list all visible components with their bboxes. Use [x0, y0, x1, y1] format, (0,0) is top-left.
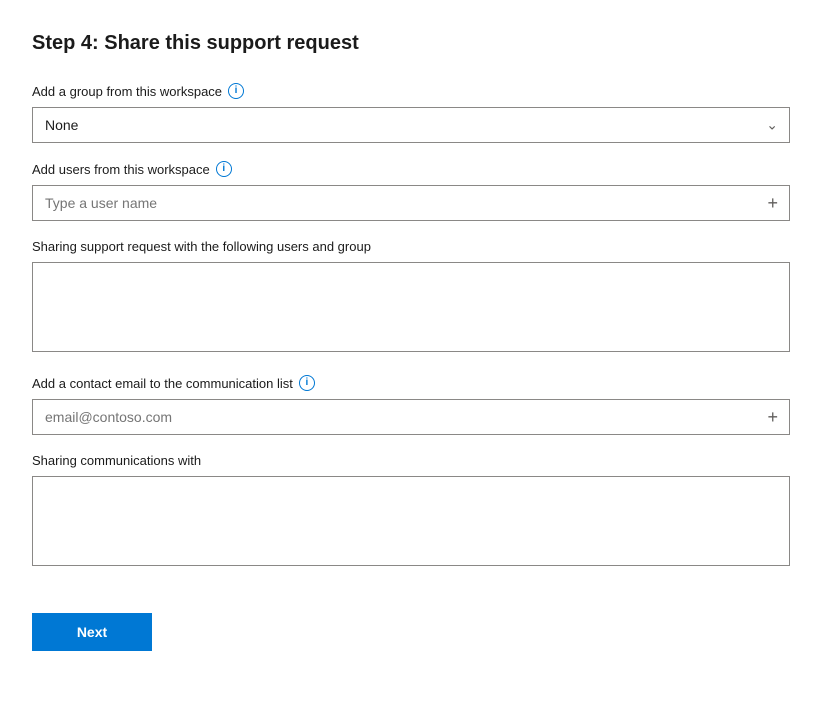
- users-info-icon[interactable]: i: [216, 161, 232, 177]
- sharing-users-label: Sharing support request with the followi…: [32, 239, 790, 254]
- users-section: Add users from this workspace i +: [32, 161, 790, 221]
- add-email-icon[interactable]: +: [767, 408, 778, 426]
- sharing-users-textarea[interactable]: [32, 262, 790, 352]
- contact-email-label-text: Add a contact email to the communication…: [32, 376, 293, 391]
- contact-email-section: Add a contact email to the communication…: [32, 375, 790, 435]
- sharing-comms-label: Sharing communications with: [32, 453, 790, 468]
- contact-email-input-wrapper: +: [32, 399, 790, 435]
- contact-email-info-icon[interactable]: i: [299, 375, 315, 391]
- sharing-users-label-text: Sharing support request with the followi…: [32, 239, 371, 254]
- next-button[interactable]: Next: [32, 613, 152, 651]
- sharing-comms-label-text: Sharing communications with: [32, 453, 201, 468]
- users-input-wrapper: +: [32, 185, 790, 221]
- group-select-wrapper: None ⌄: [32, 107, 790, 143]
- group-section: Add a group from this workspace i None ⌄: [32, 83, 790, 143]
- users-label-text: Add users from this workspace: [32, 162, 210, 177]
- group-label-text: Add a group from this workspace: [32, 84, 222, 99]
- contact-email-input[interactable]: [32, 399, 790, 435]
- sharing-users-section: Sharing support request with the followi…: [32, 239, 790, 357]
- users-label: Add users from this workspace i: [32, 161, 790, 177]
- group-select[interactable]: None: [32, 107, 790, 143]
- sharing-comms-section: Sharing communications with: [32, 453, 790, 571]
- users-input[interactable]: [32, 185, 790, 221]
- group-info-icon[interactable]: i: [228, 83, 244, 99]
- contact-email-label: Add a contact email to the communication…: [32, 375, 790, 391]
- sharing-comms-textarea[interactable]: [32, 476, 790, 566]
- add-user-icon[interactable]: +: [767, 194, 778, 212]
- page-title: Step 4: Share this support request: [32, 32, 790, 55]
- group-label: Add a group from this workspace i: [32, 83, 790, 99]
